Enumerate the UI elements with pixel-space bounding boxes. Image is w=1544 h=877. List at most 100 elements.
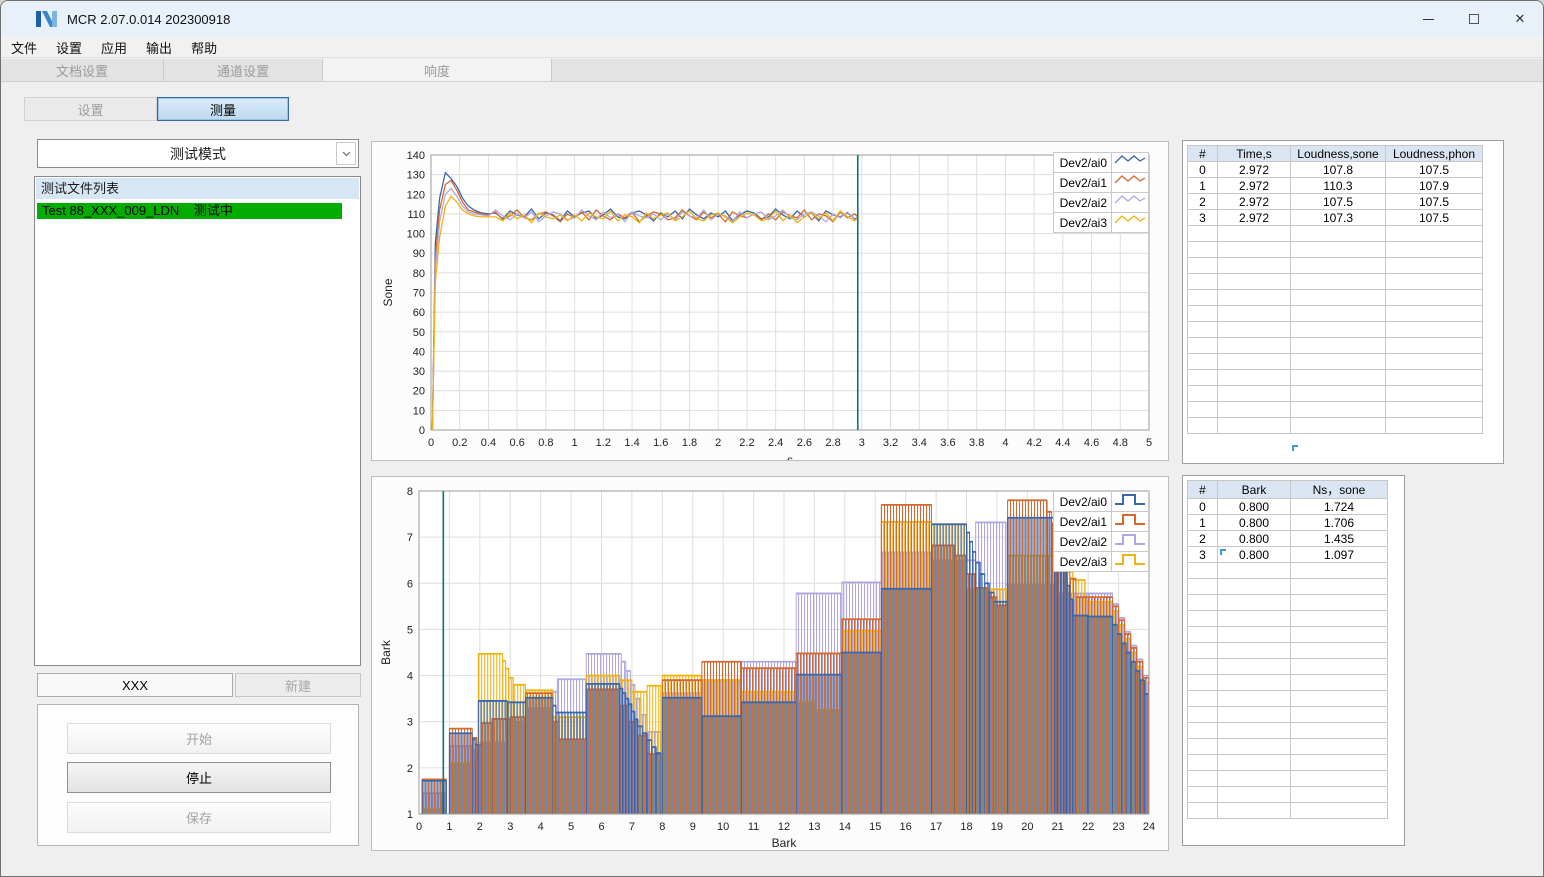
table-cell[interactable] [1290,273,1386,290]
table-cell[interactable] [1290,642,1388,659]
stop-button[interactable]: 停止 [67,762,331,793]
table-cell[interactable] [1290,674,1388,691]
table-cell[interactable] [1290,754,1388,771]
table-row-empty[interactable] [1187,289,1483,306]
table-cell[interactable]: 107.9 [1385,177,1483,194]
table-cell[interactable]: 0.800 [1217,530,1291,547]
table-cell[interactable]: 107.3 [1290,209,1386,226]
table-cell[interactable] [1187,369,1218,386]
test-file-list-item[interactable]: Test 88_XXX_009_LDN 测试中 [37,203,342,219]
table-cell[interactable] [1290,722,1388,739]
table-cell[interactable] [1290,385,1386,402]
column-header[interactable]: Time,s [1217,145,1291,162]
table-cell[interactable] [1187,754,1218,771]
table-cell[interactable] [1290,305,1386,322]
table-row-empty[interactable] [1187,257,1483,274]
table-row[interactable]: 0 2.972 107.8 107.5 [1187,161,1483,178]
table-cell[interactable] [1290,594,1388,611]
table-cell[interactable] [1217,738,1291,755]
maximize-button[interactable] [1451,1,1497,37]
table-cell[interactable]: 107.8 [1290,161,1386,178]
table-cell[interactable] [1217,802,1291,819]
new-button[interactable]: 新建 [235,673,361,697]
table-row-empty[interactable] [1187,578,1388,595]
table-cell[interactable] [1290,802,1388,819]
loudness-results-table[interactable]: # Time,s Loudness,sone Loudness,phon 0 2.972 1… [1187,145,1483,434]
table-cell[interactable] [1187,738,1218,755]
subtab-settings-button[interactable]: 设置 [24,97,157,121]
table-cell[interactable] [1217,754,1291,771]
table-row-empty[interactable] [1187,594,1388,611]
table-row-empty[interactable] [1187,417,1483,434]
table-cell[interactable]: 107.5 [1385,161,1483,178]
table-cell[interactable]: 2 [1187,193,1218,210]
table-cell[interactable] [1290,225,1386,242]
table-cell[interactable] [1187,225,1218,242]
table-row-empty[interactable] [1187,321,1483,338]
table-cell[interactable]: 3 [1187,546,1218,563]
table-cell[interactable] [1187,353,1218,370]
table-row-empty[interactable] [1187,706,1388,723]
table-row-empty[interactable] [1187,674,1388,691]
table-cell[interactable] [1290,626,1388,643]
table-cell[interactable]: 0 [1187,161,1218,178]
table-cell[interactable] [1290,786,1388,803]
table-row-empty[interactable] [1187,658,1388,675]
table-cell[interactable] [1217,786,1291,803]
column-header[interactable]: Loudness,phon [1385,145,1483,162]
table-cell[interactable] [1290,289,1386,306]
table-cell[interactable] [1385,369,1483,386]
table-cell[interactable] [1217,337,1291,354]
table-cell[interactable]: 107.5 [1385,209,1483,226]
table-cell[interactable] [1217,578,1291,595]
table-cell[interactable] [1187,642,1218,659]
table-cell[interactable] [1290,417,1386,434]
table-cell[interactable] [1187,658,1218,675]
start-button[interactable]: 开始 [67,723,331,754]
table-cell[interactable] [1290,610,1388,627]
xxx-button[interactable]: XXX [37,673,233,697]
table-cell[interactable]: 1.724 [1290,498,1388,515]
table-cell[interactable]: 2.972 [1217,193,1291,210]
table-cell[interactable] [1290,241,1386,258]
table-row[interactable]: 2 0.800 1.435 [1187,530,1388,547]
table-cell[interactable] [1290,401,1386,418]
table-row-empty[interactable] [1187,225,1483,242]
table-cell[interactable] [1187,786,1218,803]
table-cell[interactable] [1290,337,1386,354]
menu-item-2[interactable]: 应用 [93,37,135,58]
table-cell[interactable] [1217,770,1291,787]
table-cell[interactable]: 107.5 [1385,193,1483,210]
table-cell[interactable] [1217,594,1291,611]
table-cell[interactable] [1217,369,1291,386]
subtab-measure-button[interactable]: 测量 [157,97,289,121]
table-row-empty[interactable] [1187,770,1388,787]
column-header[interactable]: Bark [1217,480,1291,499]
table-cell[interactable] [1290,321,1386,338]
table-cell[interactable] [1385,225,1483,242]
table-cell[interactable] [1217,674,1291,691]
table-cell[interactable]: 1.097 [1290,546,1388,563]
table-cell[interactable] [1385,337,1483,354]
bark-results-table[interactable]: # Bark Ns，sone 0 0.800 1.724 1 0.800 1.706 2 0.800… [1187,480,1388,819]
menu-item-0[interactable]: 文件 [3,37,45,58]
table-cell[interactable]: 110.3 [1290,177,1386,194]
table-row[interactable]: 3 2.972 107.3 107.5 [1187,209,1483,226]
table-row-empty[interactable] [1187,353,1483,370]
table-row-empty[interactable] [1187,786,1388,803]
table-cell[interactable] [1187,626,1218,643]
table-cell[interactable] [1217,241,1291,258]
table-cell[interactable] [1187,578,1218,595]
table-cell[interactable] [1217,401,1291,418]
table-cell[interactable] [1290,770,1388,787]
minimize-button[interactable] [1405,1,1451,37]
table-cell[interactable] [1217,610,1291,627]
table-cell[interactable] [1217,658,1291,675]
table-cell[interactable] [1217,642,1291,659]
table-cell[interactable] [1217,722,1291,739]
table-cell[interactable]: 107.5 [1290,193,1386,210]
tab-1[interactable]: 通道设置 [164,59,323,81]
table-cell[interactable] [1187,610,1218,627]
table-cell[interactable]: 1.435 [1290,530,1388,547]
table-cell[interactable] [1217,273,1291,290]
